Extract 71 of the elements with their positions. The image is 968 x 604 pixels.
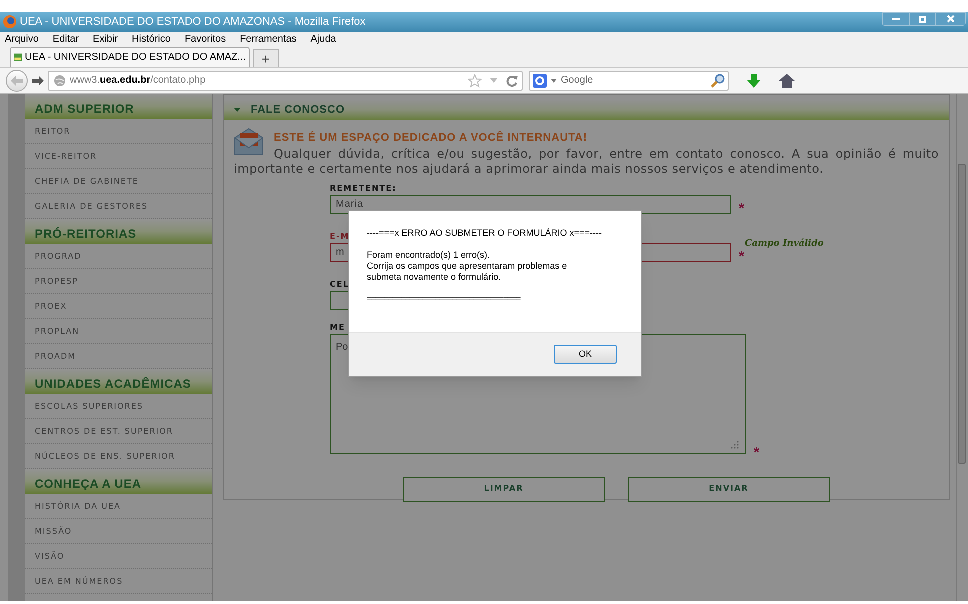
globe-icon — [3, 15, 17, 29]
required-asterisk: * — [739, 198, 744, 218]
minimize-button[interactable] — [883, 13, 909, 25]
error-message: Campo Inválido — [745, 238, 824, 250]
window-title: UEA - UNIVERSIDADE DO ESTADO DO AMAZONAS - Mozilla Firefox — [20, 14, 366, 30]
sidebar-link[interactable]: PROPLAN — [25, 319, 212, 344]
close-icon — [946, 15, 954, 23]
field-label: E-M — [330, 232, 350, 242]
menu-item[interactable]: Ajuda — [310, 32, 336, 47]
sidebar-link[interactable]: PROPESP — [25, 269, 212, 294]
envelope-icon — [234, 128, 264, 156]
menu-item[interactable]: Arquivo — [5, 32, 39, 47]
dialog-rule: ==================================== — [367, 294, 522, 305]
search-input[interactable]: Google — [561, 73, 707, 88]
sidebar-link[interactable]: VICE-REITOR — [25, 144, 212, 169]
search-field[interactable]: Google — [529, 70, 729, 90]
menu-item[interactable]: Histórico — [132, 32, 171, 47]
dialog-message: Corrija os campos que apresentaram problemas e submeta novamente o formulário. — [367, 261, 568, 283]
sidebar-link[interactable]: VISÃO — [25, 544, 212, 569]
form-button[interactable]: LIMPAR — [403, 476, 605, 502]
collapse-caret-icon[interactable] — [234, 108, 241, 112]
star-icon[interactable] — [468, 74, 482, 88]
favicon-icon — [14, 52, 22, 63]
sidebar-link[interactable]: PROEX — [25, 294, 212, 319]
field-label: REMETENTE: — [330, 184, 397, 194]
dropdown-icon[interactable] — [490, 78, 498, 83]
sidebar-link[interactable]: PROGRAD — [25, 244, 212, 269]
tab-title: UEA - UNIVERSIDADE DO ESTADO DO AMAZ... — [25, 51, 246, 65]
forward-arrow-icon[interactable] — [32, 76, 44, 86]
menu-item[interactable]: Ferramentas — [240, 32, 297, 47]
sidebar-link[interactable]: UEA EM NÚMEROS — [25, 569, 212, 594]
download-arrow-icon[interactable] — [747, 74, 761, 88]
sidebar-heading: CONHEÇA A UEA — [25, 469, 212, 494]
scrollbar[interactable] — [956, 94, 968, 601]
address-bar[interactable]: www3.uea.edu.br/contato.php — [48, 70, 523, 90]
sidebar-heading: UNIDADES ACADÊMICAS — [25, 369, 212, 394]
url-text: www3.uea.edu.br/contato.php — [70, 74, 206, 88]
dropdown-icon[interactable] — [551, 78, 557, 82]
field-label: CEL — [330, 280, 350, 290]
form-button[interactable]: ENVIAR — [628, 476, 830, 502]
intro-heading: ESTE É UM ESPAÇO DEDICADO A VOCÊ INTERNAUTA! — [274, 130, 588, 146]
field-label: ME — [330, 322, 346, 332]
home-icon[interactable] — [779, 74, 795, 88]
required-asterisk: * — [739, 246, 744, 266]
sidebar-heading: PRÓ-REITORIAS — [25, 219, 212, 244]
reload-icon[interactable] — [506, 74, 518, 86]
ok-button[interactable]: OK — [554, 345, 617, 364]
sidebar-link[interactable]: ESCOLAS SUPERIORES — [25, 394, 212, 419]
menu-item[interactable]: Editar — [52, 32, 80, 47]
close-button[interactable] — [935, 13, 965, 25]
back-arrow-icon — [11, 76, 23, 86]
menu-item[interactable]: Favoritos — [184, 32, 226, 47]
sidebar-link[interactable]: CHEFIA DE GABINETE — [25, 169, 212, 194]
resize-grip-icon[interactable] — [731, 440, 739, 448]
browser-tab[interactable]: UEA - UNIVERSIDADE DO ESTADO DO AMAZ... — [10, 47, 250, 67]
sidebar-link[interactable]: MISSÃO — [25, 519, 212, 544]
sidebar-link[interactable]: HISTÓRIA DA UEA — [25, 494, 212, 519]
dialog-title: ----===x ERRO AO SUBMETER O FORMULÁRIO x===---- — [367, 228, 604, 239]
globe-icon — [54, 74, 66, 86]
section-title: FALE CONOSCO — [251, 102, 346, 118]
dialog-message: Foram encontrado(s) 1 erro(s). — [367, 250, 492, 261]
intro-text: Qualquer dúvida, crítica e/ou sugestão, por favor, entre em contato conosco. A sua opinião é muito importante e certamente nos ajudará a aprimorar ainda mais nossos serviços e atendimento. — [234, 146, 939, 176]
sidebar-link[interactable]: CENTROS DE EST. SUPERIOR — [25, 419, 212, 444]
search-engine-icon — [533, 74, 547, 88]
new-tab-button[interactable]: + — [253, 49, 279, 67]
sidebar-link[interactable]: REITOR — [25, 119, 212, 144]
required-asterisk: * — [754, 442, 760, 462]
menu-item[interactable]: Exibir — [93, 32, 118, 47]
restore-button[interactable] — [909, 13, 935, 25]
sidebar-heading: ADM SUPERIOR — [25, 94, 212, 119]
search-icon[interactable] — [711, 74, 725, 88]
